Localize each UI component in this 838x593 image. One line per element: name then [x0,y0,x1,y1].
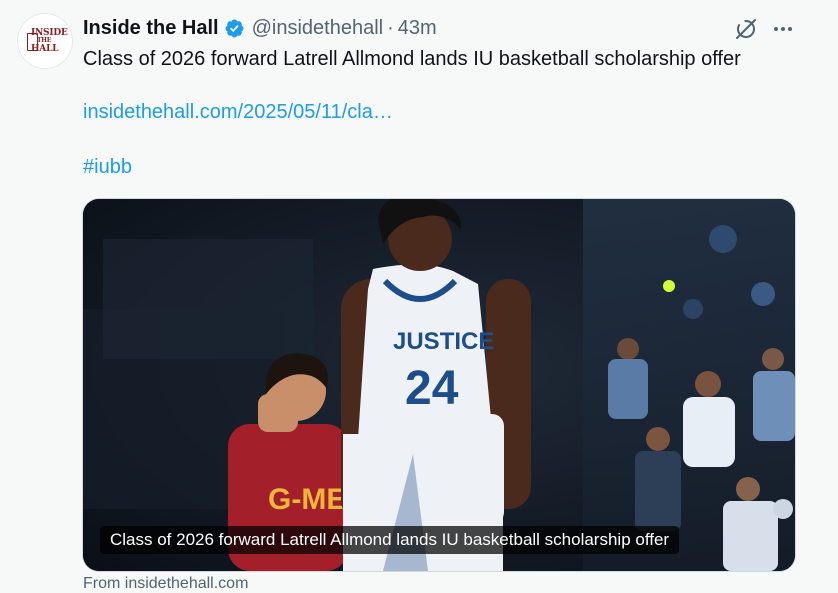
author-name[interactable]: Inside the Hall [83,17,219,40]
media-card[interactable]: G-MEN JUSTICE 24 Class of 2026 forward L… [83,199,795,571]
card-source[interactable]: From insidethehall.com [83,575,248,593]
tweet-text: Class of 2026 forward Latrell Allmond la… [83,48,741,70]
tweet-header: Inside the Hall @insidethehall · 43m [83,14,437,42]
more-icon[interactable] [770,17,796,41]
hashtag-link[interactable]: #iubb [83,156,132,179]
author-handle[interactable]: @insidethehall [252,17,384,40]
author-avatar[interactable]: INSIDE THE HALL [18,14,72,68]
article-link[interactable]: insidethehall.com/2025/05/11/cla… [83,101,393,124]
grok-icon[interactable] [734,17,758,41]
logo-word-3: HALL [31,44,59,54]
player-jersey-number: 24 [405,362,459,415]
card-photo: G-MEN JUSTICE 24 [83,199,795,571]
player-jersey-text: JUSTICE [393,328,494,355]
timestamp[interactable]: 43m [398,17,437,40]
media-caption: Class of 2026 forward Latrell Allmond la… [100,526,680,554]
inside-the-hall-logo: INSIDE THE HALL [23,24,68,58]
verified-badge-icon[interactable] [224,18,245,39]
separator-dot: · [387,16,394,39]
